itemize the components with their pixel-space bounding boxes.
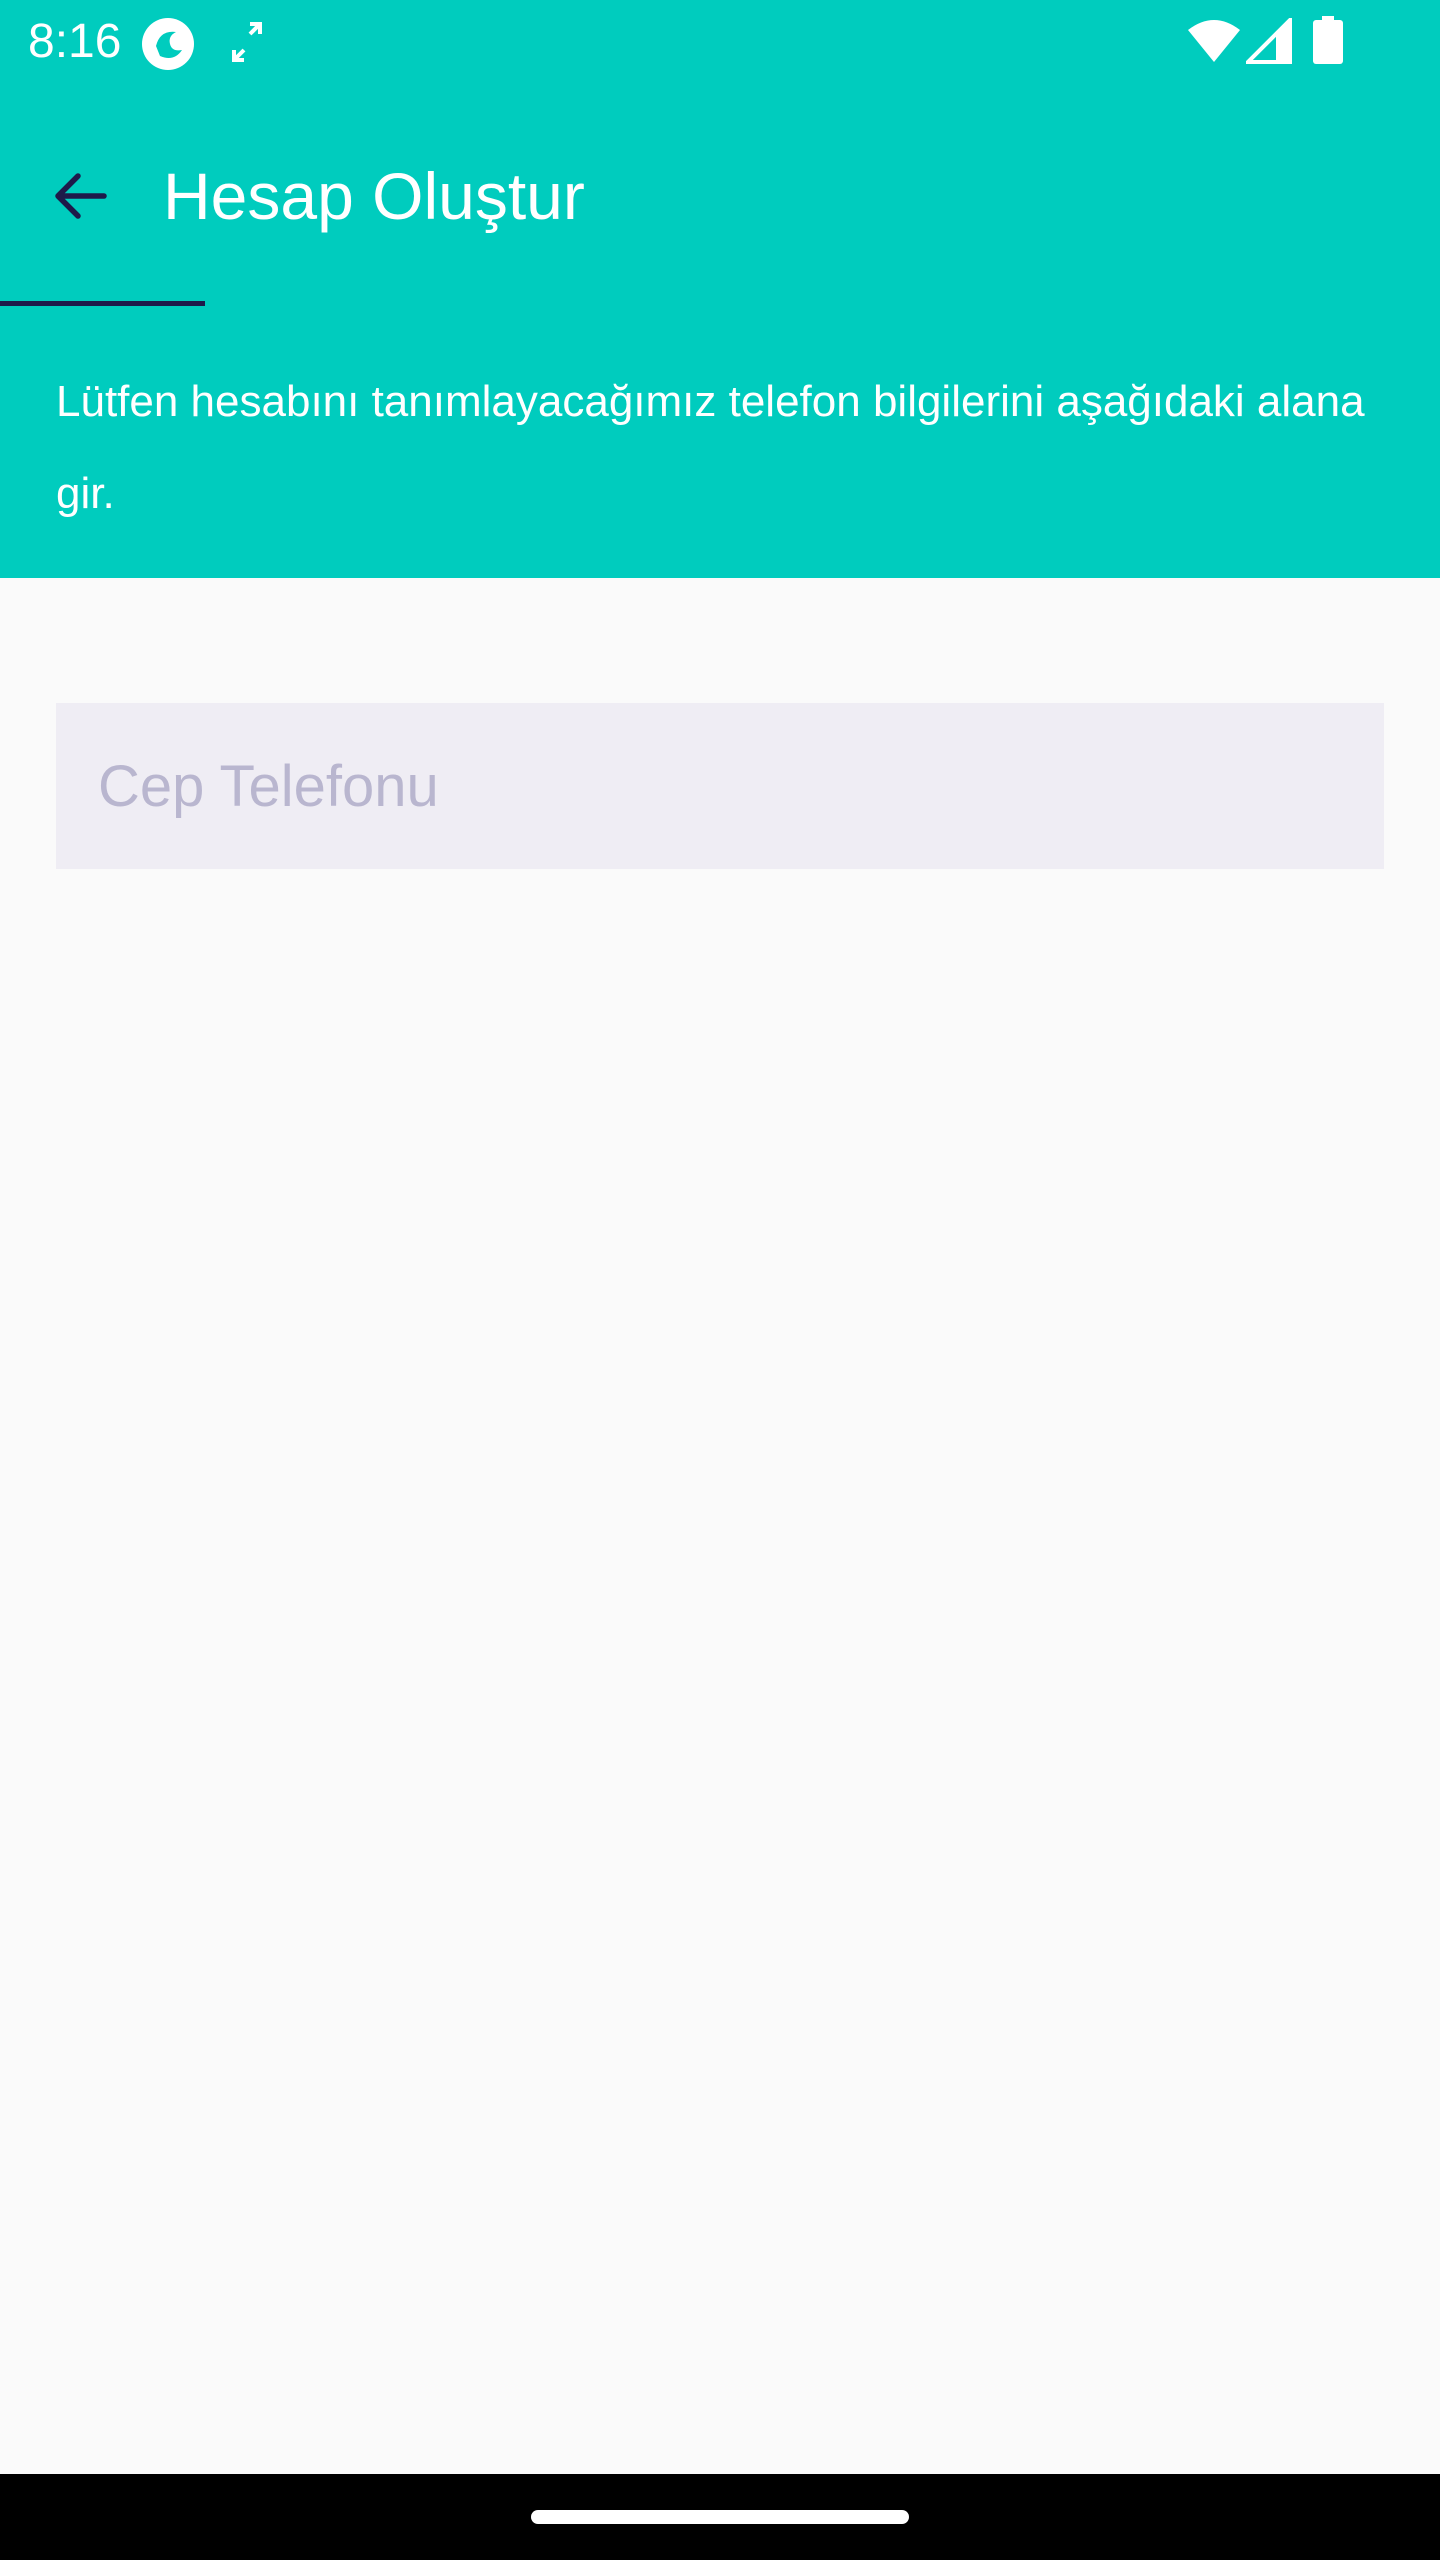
app-bar: Hesap Oluştur bbox=[0, 86, 1440, 306]
back-button[interactable] bbox=[30, 146, 130, 246]
description-text: Lütfen hesabını tanımlayacağımız telefon… bbox=[56, 377, 1365, 518]
app-notification-icon bbox=[142, 18, 194, 70]
system-navigation-bar bbox=[0, 2474, 1440, 2560]
status-time: 8:16 bbox=[28, 15, 122, 68]
description-area: Lütfen hesabını tanımlayacağımız telefon… bbox=[0, 306, 1440, 578]
cell-signal-icon bbox=[1246, 18, 1292, 64]
battery-icon bbox=[1313, 16, 1343, 64]
wifi-icon bbox=[1188, 20, 1240, 62]
home-gesture-handle[interactable] bbox=[531, 2510, 909, 2524]
page-title: Hesap Oluştur bbox=[163, 159, 585, 233]
status-bar: 8:16 bbox=[0, 0, 1440, 86]
arrow-left-icon bbox=[55, 173, 107, 219]
phone-number-input[interactable] bbox=[56, 703, 1384, 869]
expand-icon bbox=[232, 22, 262, 62]
